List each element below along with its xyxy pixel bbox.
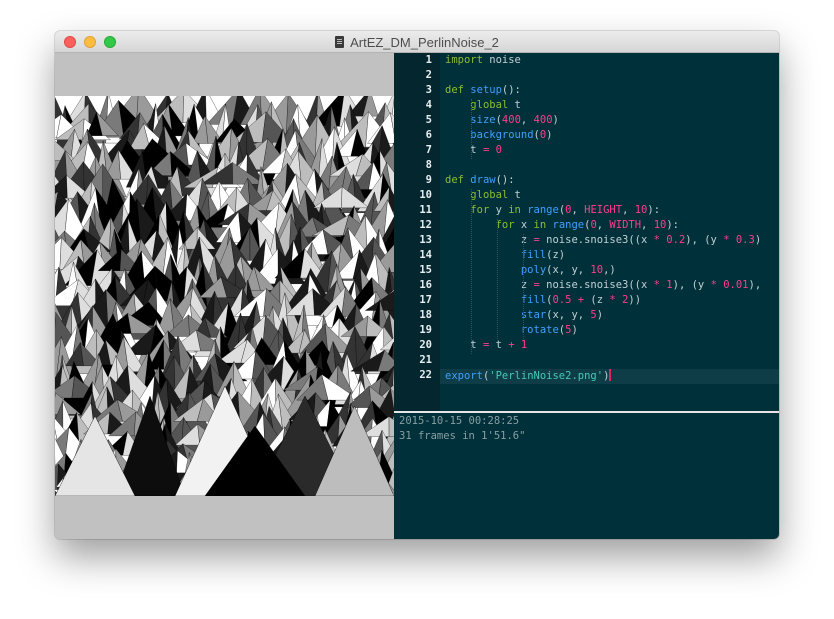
code-line[interactable]: background(0) xyxy=(445,129,552,144)
code-line[interactable]: t = 0 xyxy=(445,144,502,159)
code-line[interactable]: size(400, 400) xyxy=(445,114,559,129)
indent-guide xyxy=(471,99,472,159)
line-number: 12 xyxy=(419,219,432,231)
code-line[interactable]: import noise xyxy=(445,54,521,69)
line-number: 19 xyxy=(419,324,432,336)
code-line[interactable]: for x in range(0, WIDTH, 10): xyxy=(445,219,679,234)
line-number: 14 xyxy=(419,249,432,261)
line-number: 5 xyxy=(425,114,432,126)
line-number: 9 xyxy=(425,174,432,186)
text-cursor xyxy=(609,369,612,381)
line-number: 3 xyxy=(425,84,432,96)
code-editor[interactable]: 1 2 3 4 5 6 7 8 9 10 11 12 13 14 15 16 17 18 19 20 21 22 impo… xyxy=(394,53,779,411)
console-output: 2015-10-15 00:28:25 31 frames in 1'51.6" xyxy=(394,413,779,539)
line-number: 1 xyxy=(425,54,432,66)
code-line[interactable]: star(x, y, 5) xyxy=(445,309,603,324)
console-line-frames: 31 frames in 1'51.6" xyxy=(399,430,526,442)
line-number: 8 xyxy=(425,159,432,171)
code-line[interactable]: fill(0.5 + (z * 2)) xyxy=(445,294,641,309)
line-number-gutter: 1 2 3 4 5 6 7 8 9 10 11 12 13 14 15 16 17 18 19 20 21 22 xyxy=(394,53,440,411)
line-number: 18 xyxy=(419,309,432,321)
line-number: 4 xyxy=(425,99,432,111)
code-line[interactable]: rotate(5) xyxy=(445,324,578,339)
window-title-text: ArtEZ_DM_PerlinNoise_2 xyxy=(350,35,499,50)
code-line-active[interactable]: export('PerlinNoise2.png') xyxy=(440,369,779,384)
code-line[interactable]: fill(z) xyxy=(445,249,565,264)
code-line[interactable]: global t xyxy=(445,99,521,114)
title-bar[interactable]: ArtEZ_DM_PerlinNoise_2 xyxy=(55,31,779,53)
line-number: 2 xyxy=(425,69,432,81)
line-number: 21 xyxy=(419,354,432,366)
console-line-timestamp: 2015-10-15 00:28:25 xyxy=(399,415,520,427)
indent-guide xyxy=(497,219,498,339)
indent-guide xyxy=(523,234,524,339)
canvas-pane[interactable] xyxy=(55,53,394,539)
line-number: 10 xyxy=(419,189,432,201)
canvas-render xyxy=(55,96,394,496)
line-number: 13 xyxy=(419,234,432,246)
code-line[interactable]: z = noise.snoise3((x * 1), (y * 0.01), xyxy=(445,279,761,294)
code-line[interactable]: global t xyxy=(445,189,521,204)
code-line[interactable]: def draw(): xyxy=(445,174,515,189)
code-line[interactable]: t = t + 1 xyxy=(445,339,527,354)
document-icon xyxy=(335,36,345,48)
code-line[interactable]: for y in range(0, HEIGHT, 10): xyxy=(445,204,660,219)
window-title: ArtEZ_DM_PerlinNoise_2 xyxy=(55,35,779,50)
line-number: 7 xyxy=(425,144,432,156)
app-window: ArtEZ_DM_PerlinNoise_2 1 2 3 4 5 6 7 8 9 10 11 12 13… xyxy=(55,31,779,539)
line-number: 17 xyxy=(419,294,432,306)
line-number: 6 xyxy=(425,129,432,141)
code-line[interactable]: z = noise.snoise3((x * 0.2), (y * 0.3) xyxy=(445,234,761,249)
line-number: 15 xyxy=(419,264,432,276)
line-number: 22 xyxy=(419,369,432,381)
line-number: 20 xyxy=(419,339,432,351)
code-line[interactable]: def setup(): xyxy=(445,84,521,99)
indent-guide xyxy=(471,189,472,354)
line-number: 16 xyxy=(419,279,432,291)
line-number: 11 xyxy=(419,204,432,216)
